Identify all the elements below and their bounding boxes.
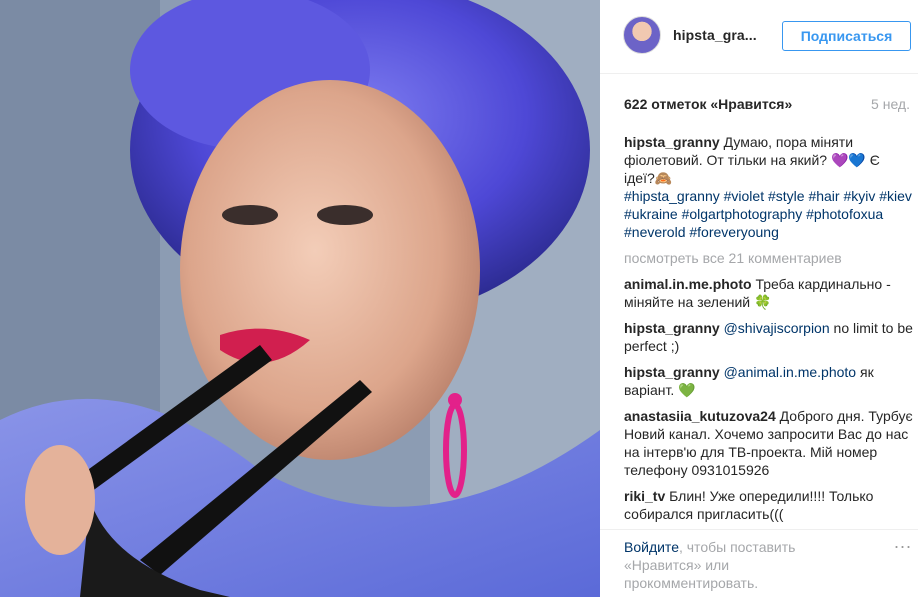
comment-item: animal.in.me.photo Треба кардинально - м… bbox=[624, 275, 914, 311]
post-photo[interactable] bbox=[0, 0, 600, 597]
comment-item: anastasiia_kutuzova24 Доброго дня. Турбу… bbox=[624, 407, 914, 479]
login-link[interactable]: Войдите bbox=[624, 539, 679, 555]
more-options-icon[interactable]: ... bbox=[894, 532, 912, 553]
post-header: hipsta_gra... Подписаться bbox=[600, 0, 918, 74]
post-age[interactable]: 5 нед. bbox=[871, 96, 910, 112]
avatar[interactable] bbox=[623, 16, 661, 54]
caption-username[interactable]: hipsta_granny bbox=[624, 134, 720, 150]
post-footer: Войдите, чтобы поставить «Нравится» или … bbox=[600, 529, 918, 597]
caption: hipsta_granny Думаю, пора міняти фіолето… bbox=[624, 133, 914, 241]
comment-username[interactable]: riki_tv bbox=[624, 488, 665, 504]
follow-button[interactable]: Подписаться bbox=[782, 21, 911, 51]
post-username[interactable]: hipsta_gra... bbox=[673, 27, 757, 43]
post-side-panel: hipsta_gra... Подписаться 622 отметок «Н… bbox=[600, 0, 918, 597]
portrait-illustration bbox=[0, 0, 600, 597]
comments-list: hipsta_granny Думаю, пора міняти фіолето… bbox=[624, 133, 914, 531]
caption-hashtags[interactable]: #hipsta_granny #violet #style #hair #kyi… bbox=[624, 187, 914, 241]
likes-count[interactable]: 622 отметок «Нравится» bbox=[624, 96, 792, 112]
login-prompt: Войдите, чтобы поставить «Нравится» или … bbox=[624, 538, 844, 592]
comment-item: hipsta_granny @shivajiscorpion no limit … bbox=[624, 319, 914, 355]
view-all-comments-link[interactable]: посмотреть все 21 комментариев bbox=[624, 249, 914, 267]
comment-item: hipsta_granny @animal.in.me.photo як вар… bbox=[624, 363, 914, 399]
comment-mention[interactable]: @shivajiscorpion bbox=[724, 320, 830, 336]
comment-mention[interactable]: @animal.in.me.photo bbox=[724, 364, 857, 380]
comment-username[interactable]: hipsta_granny bbox=[624, 364, 720, 380]
comment-username[interactable]: anastasiia_kutuzova24 bbox=[624, 408, 776, 424]
comment-item: riki_tv Блин! Уже опередили!!!! Только с… bbox=[624, 487, 914, 523]
comment-username[interactable]: hipsta_granny bbox=[624, 320, 720, 336]
comment-username[interactable]: animal.in.me.photo bbox=[624, 276, 752, 292]
